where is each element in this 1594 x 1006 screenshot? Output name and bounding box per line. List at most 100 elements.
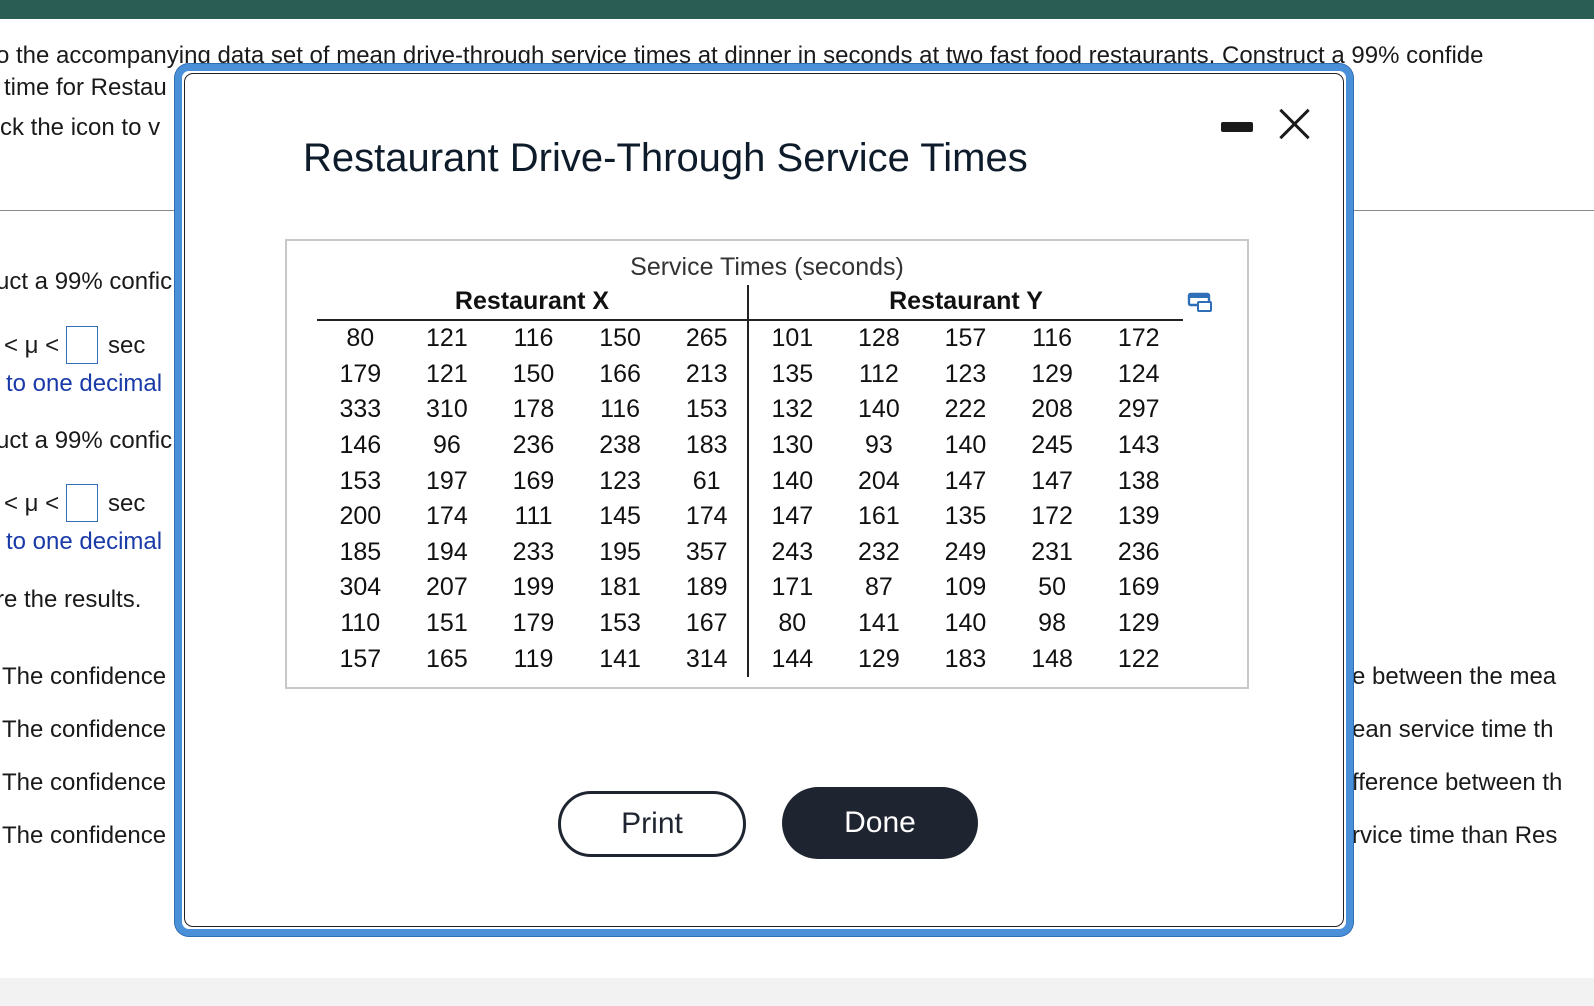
table-cell: 87: [864, 573, 893, 602]
part-a-hint: to one decimal: [6, 370, 163, 397]
table-cell: 208: [1031, 395, 1073, 424]
table-cell: 143: [1117, 431, 1160, 460]
restaurant-x-values: 80 121 116 150 265 179 121 150 166 213 333 310 178 11…: [317, 321, 750, 677]
table-cell: 80: [346, 324, 375, 353]
part-b-upper-input[interactable]: [66, 484, 98, 522]
table-cell: 178: [512, 395, 555, 424]
table-cell: 128: [858, 324, 900, 353]
table-cell: 232: [858, 537, 900, 566]
part-b-interval-symbol: < μ <: [4, 490, 60, 517]
data-table-frame: Service Times (seconds) Restaurant X Res…: [285, 239, 1249, 689]
table-cell: 161: [858, 502, 900, 531]
table-cell: 233: [512, 537, 555, 566]
table-cell: 140: [944, 609, 987, 638]
table-cell: 157: [339, 644, 382, 673]
option-d-right[interactable]: rvice time than Res: [1352, 822, 1557, 850]
table-cell: 333: [339, 395, 382, 424]
table-cell: 151: [426, 609, 468, 638]
table-cell: 249: [944, 537, 987, 566]
restaurant-y-header: Restaurant Y: [889, 287, 1043, 315]
print-button[interactable]: Print: [558, 791, 746, 857]
table-cell: 111: [514, 502, 553, 531]
bottom-strip: [0, 978, 1594, 1006]
data-modal: Restaurant Drive-Through Service Times S…: [175, 64, 1353, 936]
table-cell: 61: [692, 466, 721, 495]
done-button[interactable]: Done: [782, 787, 978, 859]
option-d-left[interactable]: The confidence: [2, 822, 166, 850]
part-c-label: re the results.: [0, 586, 142, 613]
modal-body: Restaurant Drive-Through Service Times S…: [184, 73, 1344, 927]
table-cell: 122: [1117, 644, 1160, 673]
table-cell: 181: [599, 573, 641, 602]
option-b-left[interactable]: The confidence: [2, 716, 166, 744]
divider-right: [1352, 210, 1594, 211]
option-c-right[interactable]: fference between th: [1352, 769, 1562, 797]
table-cell: 169: [512, 466, 555, 495]
table-cell: 121: [426, 359, 468, 388]
option-a-left[interactable]: The confidence: [2, 663, 166, 691]
table-cell: 93: [864, 431, 893, 460]
top-bar: [0, 0, 1594, 19]
option-a-right[interactable]: e between the mea: [1352, 663, 1556, 691]
table-cell: 179: [339, 359, 382, 388]
minimize-icon[interactable]: [1221, 122, 1253, 132]
table-cell: 109: [944, 573, 987, 602]
table-cell: 145: [599, 502, 641, 531]
table-cell: 141: [599, 644, 641, 673]
question-line-3: ck the icon to v: [0, 114, 161, 141]
table-cell: 129: [1117, 609, 1160, 638]
restaurant-y-values: 101 128 157 116 172 135 112 123 129 124 132 140 222 2…: [749, 321, 1182, 677]
divider-left: [0, 210, 178, 211]
table-cell: 121: [426, 324, 468, 353]
table-cell: 185: [339, 537, 382, 566]
option-b-right[interactable]: ean service time th: [1352, 716, 1553, 744]
table-cell: 200: [339, 502, 382, 531]
table-cell: 167: [685, 609, 728, 638]
table-cell: 236: [1117, 537, 1160, 566]
table-cell: 172: [1031, 502, 1073, 531]
table-cell: 194: [426, 537, 468, 566]
table-cell: 147: [944, 466, 987, 495]
table-cell: 297: [1117, 395, 1160, 424]
table-cell: 207: [426, 573, 468, 602]
table-cell: 116: [1032, 324, 1072, 353]
modal-title: Restaurant Drive-Through Service Times: [303, 136, 1028, 180]
table-cell: 314: [685, 644, 728, 673]
part-b-unit: sec: [108, 490, 146, 517]
table-cell: 132: [771, 395, 814, 424]
table-cell: 123: [599, 466, 641, 495]
close-icon[interactable]: [1275, 104, 1315, 144]
table-cell: 96: [432, 431, 461, 460]
part-a-upper-input[interactable]: [66, 326, 98, 364]
part-b-hint: to one decimal: [6, 528, 163, 555]
table-cell: 141: [858, 609, 900, 638]
table-cell: 204: [858, 466, 900, 495]
table-cell: 110: [340, 609, 381, 638]
table-cell: 171: [771, 573, 814, 602]
option-c-left[interactable]: The confidence: [2, 769, 166, 797]
table-cell: 166: [599, 359, 641, 388]
table-cell: 138: [1117, 466, 1160, 495]
table-cell: 231: [1031, 537, 1073, 566]
table-cell: 112: [858, 359, 899, 388]
table-cell: 174: [426, 502, 468, 531]
table-cell: 119: [513, 644, 554, 673]
table-cell: 222: [944, 395, 987, 424]
table-cell: 157: [944, 324, 987, 353]
table-cell: 174: [685, 502, 728, 531]
table-cell: 130: [771, 431, 814, 460]
copy-icon[interactable]: [1187, 291, 1213, 313]
table-cell: 357: [685, 537, 728, 566]
table-cell: 150: [599, 324, 641, 353]
table-cell: 150: [512, 359, 555, 388]
table-cell: 243: [771, 537, 814, 566]
table-cell: 197: [426, 466, 468, 495]
table-cell: 139: [1117, 502, 1160, 531]
table-cell: 310: [426, 395, 468, 424]
table-cell: 153: [685, 395, 728, 424]
table-cell: 183: [685, 431, 728, 460]
table-cell: 195: [599, 537, 641, 566]
part-a-label: uct a 99% confic: [0, 268, 173, 295]
part-a-interval-symbol: < μ <: [4, 332, 60, 359]
table-cell: 172: [1117, 324, 1160, 353]
